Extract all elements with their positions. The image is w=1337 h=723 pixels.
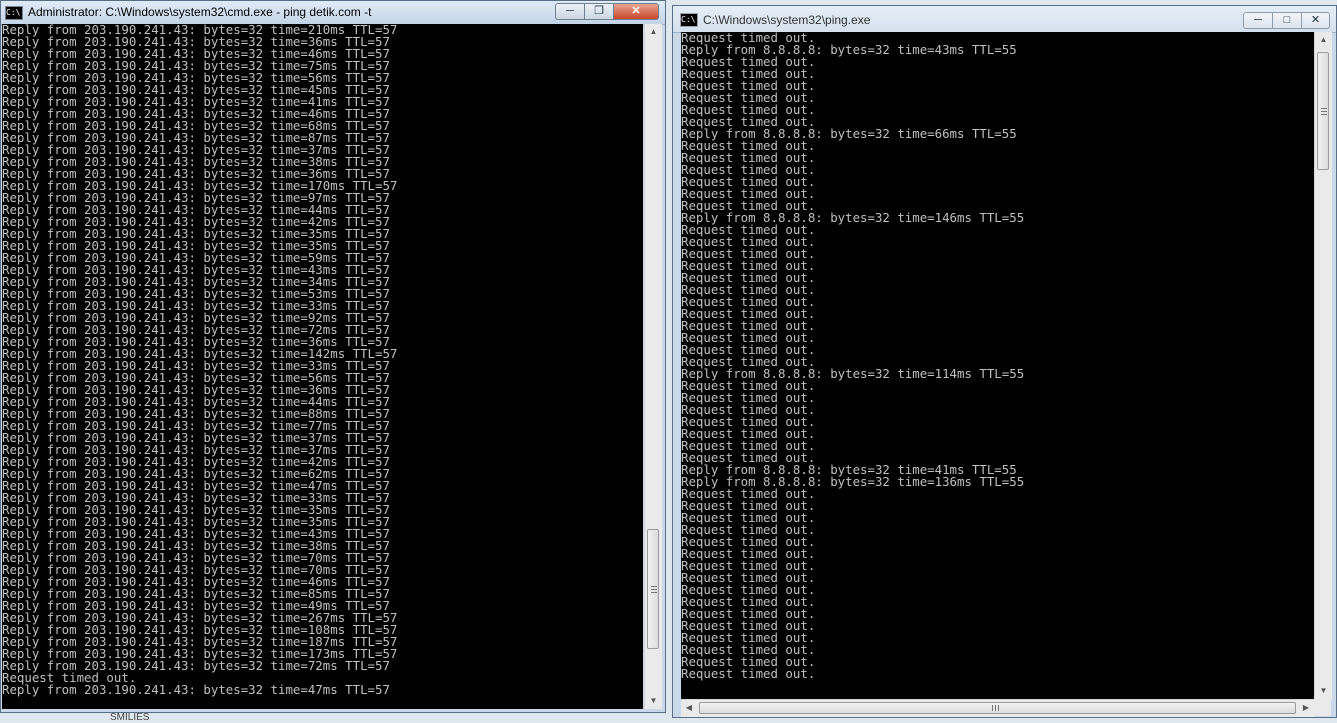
minimize-icon: ─ bbox=[566, 5, 574, 17]
scroll-down-arrow-icon[interactable]: ▼ bbox=[645, 693, 662, 709]
restore-button[interactable]: ❐ bbox=[584, 3, 613, 20]
window-title: Administrator: C:\Windows\system32\cmd.e… bbox=[28, 5, 372, 19]
maximize-button[interactable]: □ bbox=[1272, 12, 1301, 29]
scroll-thumb[interactable] bbox=[1317, 52, 1329, 170]
maximize-icon: □ bbox=[1283, 14, 1291, 26]
grip-icon bbox=[651, 586, 657, 593]
scrollbar-corner bbox=[1314, 699, 1331, 716]
minimize-button[interactable]: ─ bbox=[555, 3, 584, 20]
vertical-scrollbar[interactable]: ▲ ▼ bbox=[1314, 32, 1332, 699]
grip-icon bbox=[992, 705, 999, 711]
scroll-thumb[interactable] bbox=[647, 529, 659, 649]
cmd-icon: C:\ bbox=[5, 6, 23, 20]
vertical-scrollbar[interactable]: ▲ ▼ bbox=[644, 24, 662, 709]
minimize-button[interactable]: ─ bbox=[1243, 12, 1272, 29]
scroll-up-arrow-icon[interactable]: ▲ bbox=[1315, 32, 1332, 48]
grip-icon bbox=[1321, 108, 1327, 115]
restore-icon: ❐ bbox=[594, 5, 604, 17]
minimize-icon: ─ bbox=[1254, 14, 1262, 26]
console-line: Reply from 203.190.241.43: bytes=32 time… bbox=[2, 682, 390, 697]
close-icon: ✕ bbox=[631, 5, 641, 17]
horizontal-scrollbar[interactable]: ◀ ▶ bbox=[681, 699, 1314, 717]
window-controls: ─ □ ✕ bbox=[1243, 12, 1330, 29]
close-button[interactable]: ✕ bbox=[1301, 12, 1330, 29]
title-bar[interactable]: C:\ C:\Windows\system32\ping.exe ─ □ ✕ bbox=[673, 6, 1336, 33]
window-controls: ─ ❐ ✕ bbox=[555, 3, 659, 20]
scroll-down-arrow-icon[interactable]: ▼ bbox=[1315, 683, 1332, 699]
console-output[interactable]: Reply from 203.190.241.43: bytes=32 time… bbox=[2, 24, 643, 709]
cmd-icon: C:\ bbox=[680, 13, 698, 27]
console-line: Request timed out. bbox=[681, 666, 816, 681]
ping-window-google[interactable]: C:\ C:\Windows\system32\ping.exe ─ □ ✕ R… bbox=[672, 5, 1337, 718]
background-text: SMILIES bbox=[110, 712, 150, 723]
scroll-left-arrow-icon[interactable]: ◀ bbox=[681, 700, 697, 716]
title-bar[interactable]: C:\ Administrator: C:\Windows\system32\c… bbox=[1, 1, 665, 25]
console-output[interactable]: Request timed out. Reply from 8.8.8.8: by… bbox=[681, 32, 1314, 699]
cmd-window-detik[interactable]: C:\ Administrator: C:\Windows\system32\c… bbox=[0, 0, 666, 713]
scroll-right-arrow-icon[interactable]: ▶ bbox=[1298, 700, 1314, 716]
window-title: C:\Windows\system32\ping.exe bbox=[703, 13, 871, 27]
scroll-thumb[interactable] bbox=[699, 702, 1296, 714]
close-icon: ✕ bbox=[1310, 14, 1321, 26]
scroll-up-arrow-icon[interactable]: ▲ bbox=[645, 24, 662, 40]
close-button[interactable]: ✕ bbox=[613, 3, 659, 20]
